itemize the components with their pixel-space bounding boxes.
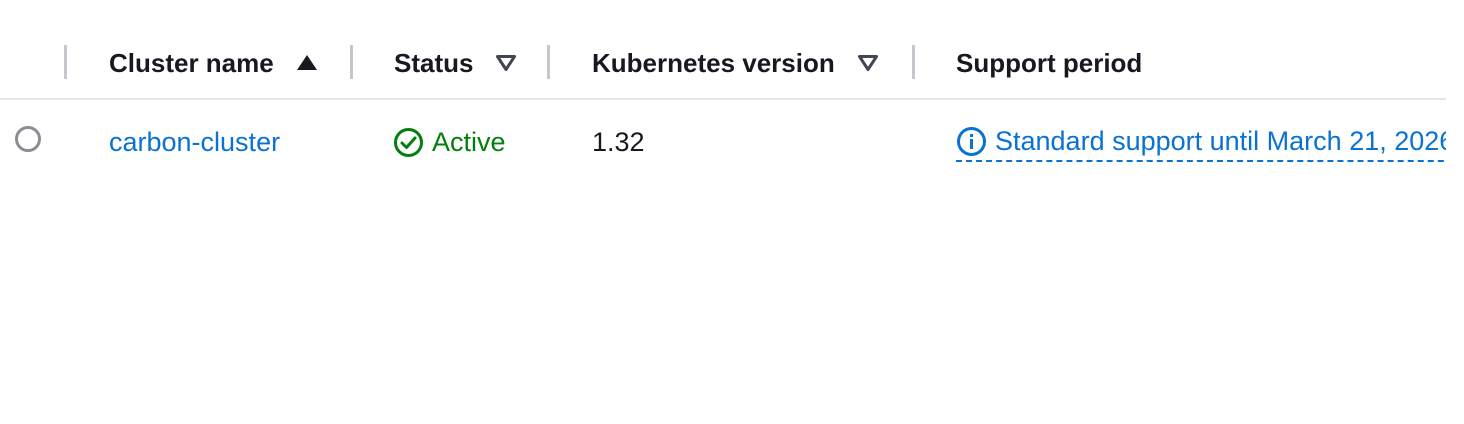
column-separator[interactable] xyxy=(350,45,353,79)
check-circle-icon xyxy=(393,127,424,158)
status-text: Active xyxy=(432,126,506,157)
column-separator xyxy=(64,45,67,79)
support-period-cell: Standard support until March 21, 2026 xyxy=(956,122,1446,164)
kubernetes-version-cell: 1.32 xyxy=(592,122,645,162)
column-header-label: Status xyxy=(394,47,474,78)
sort-ascending-icon xyxy=(296,53,318,73)
column-header-label: Kubernetes version xyxy=(592,47,835,78)
kubernetes-version-value: 1.32 xyxy=(592,126,645,157)
column-header-label: Support period xyxy=(956,47,1143,78)
column-separator[interactable] xyxy=(547,45,550,79)
support-period-text: Standard support until March 21, 2026 xyxy=(995,125,1446,156)
sort-descending-outline-icon xyxy=(857,53,879,73)
clusters-table: Cluster name Status Kubernetes version S… xyxy=(0,0,1446,424)
cluster-name-cell: carbon-cluster xyxy=(109,122,280,162)
column-header-status[interactable]: Status xyxy=(394,44,517,82)
column-separator[interactable] xyxy=(912,45,915,79)
table-header-row: Cluster name Status Kubernetes version S… xyxy=(0,0,1446,100)
sort-descending-outline-icon xyxy=(495,53,517,73)
support-period-popover-trigger[interactable]: Standard support until March 21, 2026 xyxy=(956,122,1446,162)
cluster-name-link[interactable]: carbon-cluster xyxy=(109,127,280,158)
status-cell: Active xyxy=(393,122,506,162)
info-icon xyxy=(956,126,987,157)
column-header-kubernetes-version[interactable]: Kubernetes version xyxy=(592,44,879,82)
row-select-radio[interactable] xyxy=(15,126,41,152)
column-header-cluster-name[interactable]: Cluster name xyxy=(109,44,318,82)
column-header-support-period: Support period xyxy=(956,44,1142,82)
column-header-label: Cluster name xyxy=(109,47,274,78)
